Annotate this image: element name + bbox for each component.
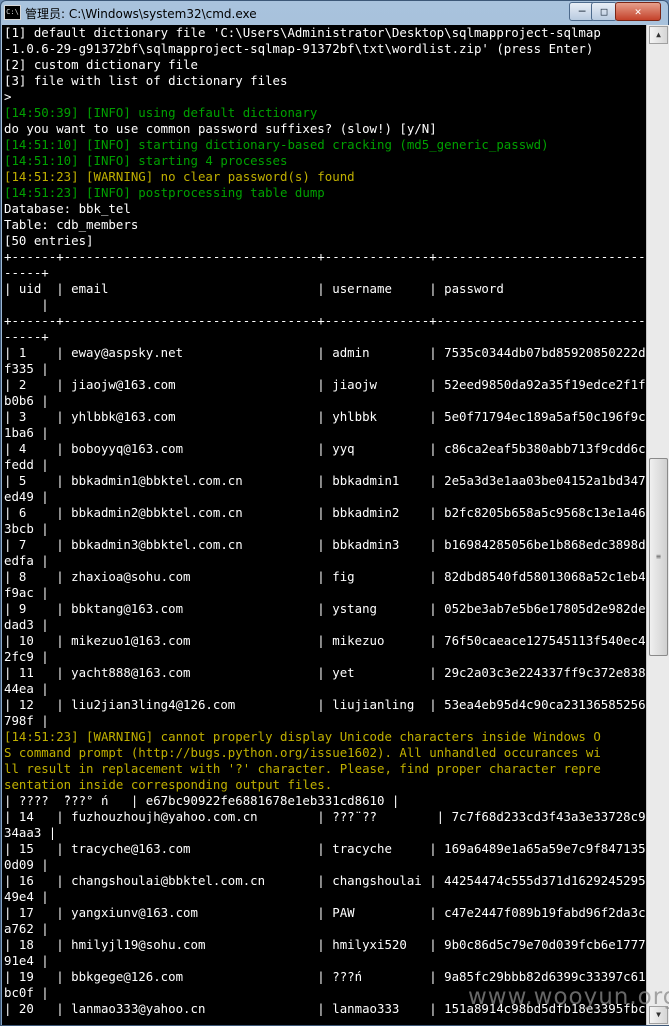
console-line: +------+--------------------------------… xyxy=(4,313,646,328)
console-line: f335 | xyxy=(4,361,49,376)
console-line: [14:51:10] [INFO] starting dictionary-ba… xyxy=(4,137,549,152)
console-line: 49e4 | xyxy=(4,889,49,904)
console-line: 798f | xyxy=(4,713,49,728)
grip-icon: ≡ xyxy=(656,551,661,561)
console-line: | 18 | hmilyjl19@sohu.com | hmilyxi520 |… xyxy=(4,937,646,952)
console-line: b0b6 | xyxy=(4,393,49,408)
console-line: -1.0.6-29-g91372bf\sqlmapproject-sqlmap-… xyxy=(4,41,594,56)
console-line: | 6 | bbkadmin2@bbktel.com.cn | bbkadmin… xyxy=(4,505,646,520)
console-line: | 17 | yangxiunv@163.com | PAW | c47e244… xyxy=(4,905,646,920)
console-line: -----+ xyxy=(4,329,49,344)
console-line: [2] custom dictionary file xyxy=(4,57,198,72)
console-line: +------+--------------------------------… xyxy=(4,249,646,264)
console-line: | 11 | yacht888@163.com | yet | 29c2a03c… xyxy=(4,665,646,680)
console-line: a762 | xyxy=(4,921,49,936)
console-output[interactable]: [1] default dictionary file 'C:\Users\Ad… xyxy=(2,25,646,1025)
console-line: fedd | xyxy=(4,457,49,472)
console-line: do you want to use common password suffi… xyxy=(4,121,437,136)
cmd-window: C:\ 管理员: C:\Windows\system32\cmd.exe ─ □… xyxy=(0,0,669,1026)
console-line: 44ea | xyxy=(4,681,49,696)
scrollbar-thumb[interactable]: ≡ xyxy=(649,457,668,656)
console-line: | 14 | fuzhouzhoujh@yahoo.com.cn | ???¨?… xyxy=(4,809,646,824)
console-line: edfa | xyxy=(4,553,49,568)
console-line: | 4 | boboyyq@163.com | yyq | c86ca2eaf5… xyxy=(4,441,646,456)
console-line: f9ac | xyxy=(4,585,49,600)
console-line: | xyxy=(4,297,49,312)
console-line: [14:51:23] [INFO] postprocessing table d… xyxy=(4,185,325,200)
console-line: | 5 | bbkadmin1@bbktel.com.cn | bbkadmin… xyxy=(4,473,646,488)
console-line: Database: bbk_tel xyxy=(4,201,131,216)
console-line: [1] default dictionary file 'C:\Users\Ad… xyxy=(4,25,601,40)
console-line: 0d09 | xyxy=(4,857,49,872)
vertical-scrollbar[interactable]: ▲ ≡ ▼ xyxy=(646,25,669,1025)
console-line: dad3 | xyxy=(4,617,49,632)
watermark: www.wooyun.org xyxy=(468,984,669,1010)
console-line: [50 entries] xyxy=(4,233,94,248)
console-line: 34aa3 | xyxy=(4,825,57,840)
console-line: | 10 | mikezuo1@163.com | mikezuo | 76f5… xyxy=(4,633,646,648)
console-line: | 1 | eway@aspsky.net | admin | 7535c034… xyxy=(4,345,646,360)
console-line: 91e4 | xyxy=(4,953,49,968)
console-line: 3bcb | xyxy=(4,521,49,536)
console-line: ed49 | xyxy=(4,489,49,504)
console-line: > xyxy=(4,89,12,104)
console-line: | ???? ̄???° ń | e67bc90922fe6881678e1eb… xyxy=(4,793,400,808)
console-line: Table: cdb_members xyxy=(4,217,139,232)
title-bar[interactable]: C:\ 管理员: C:\Windows\system32\cmd.exe ─ □… xyxy=(1,1,668,25)
console-line: | 8 | zhaxioa@sohu.com | fig | 82dbd8540… xyxy=(4,569,646,584)
console-line: [14:51:23] [WARNING] no clear password(s… xyxy=(4,169,355,184)
window-title: 管理员: C:\Windows\system32\cmd.exe xyxy=(25,7,257,21)
close-button[interactable]: ✕ xyxy=(615,2,661,21)
console-line: -----+ xyxy=(4,265,49,280)
console-line: | 3 | yhlbbk@163.com | yhlbbk | 5e0f7179… xyxy=(4,409,646,424)
console-line: | 7 | bbkadmin3@bbktel.com.cn | bbkadmin… xyxy=(4,537,646,552)
console-line: ll result in replacement with '?' charac… xyxy=(4,761,601,776)
console-line: | 19 | bbkgege@126.com | ???ń | 9a85fc29… xyxy=(4,969,646,984)
console-line: 1ba6 | xyxy=(4,425,49,440)
console-line: [14:51:23] [WARNING] cannot properly dis… xyxy=(4,729,601,744)
console-line: | 2 | jiaojw@163.com | jiaojw | 52eed985… xyxy=(4,377,646,392)
console-line: | uid | email | username | password xyxy=(4,281,504,296)
console-line: 2fc9 | xyxy=(4,649,49,664)
maximize-button[interactable]: □ xyxy=(591,2,617,21)
console-line: [14:51:10] [INFO] starting 4 processes xyxy=(4,153,288,168)
console-line: [14:50:39] [INFO] using default dictiona… xyxy=(4,105,318,120)
scroll-up-button[interactable]: ▲ xyxy=(649,26,668,44)
console-line: | 12 | liu2jian3ling4@126.com | liujianl… xyxy=(4,697,646,712)
console-line: | 9 | bbktang@163.com | ystang | 052be3a… xyxy=(4,601,646,616)
console-line: | 16 | changshoulai@bbktel.com.cn | chan… xyxy=(4,873,646,888)
console-line: S command prompt (http://bugs.python.org… xyxy=(4,745,601,760)
cmd-icon[interactable]: C:\ xyxy=(4,5,21,20)
console-line: sentation inside corresponding output fi… xyxy=(4,777,333,792)
console-line: [3] file with list of dictionary files xyxy=(4,73,288,88)
console-line: | 15 | tracyche@163.com | tracyche | 169… xyxy=(4,841,646,856)
